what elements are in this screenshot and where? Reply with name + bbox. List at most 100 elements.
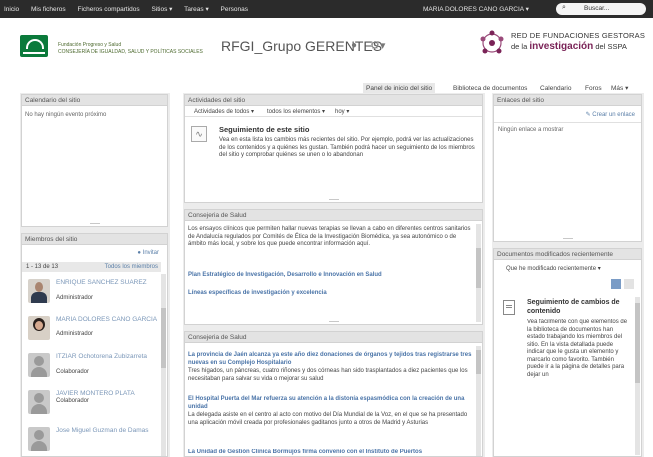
create-link-button[interactable]: ✎ Crear un enlace xyxy=(586,111,635,118)
nav-ficheros-compartidos[interactable]: Ficheros compartidos xyxy=(78,6,140,13)
news-summary: La delegada asiste en el centro al acto … xyxy=(188,412,468,426)
network-title-bold: investigación xyxy=(529,41,594,52)
resize-handle[interactable] xyxy=(562,238,573,240)
lineas-investigacion-link[interactable]: Líneas específicas de investigación y ex… xyxy=(188,290,472,298)
search-placeholder: Buscar... xyxy=(584,5,610,12)
member-name[interactable]: JAVIER MONTERO PLATA xyxy=(56,390,166,398)
member-item[interactable]: MARIA DOLORES CANO GARCIA Administrador xyxy=(26,313,176,347)
avatar xyxy=(28,390,50,414)
global-nav: Inicio Mis ficheros Ficheros compartidos… xyxy=(4,5,258,13)
resize-handle[interactable] xyxy=(328,321,339,323)
activities-card-text: Vea en esta lista los cambios más recien… xyxy=(219,137,475,158)
nav-tareas[interactable]: Tareas ▾ xyxy=(184,6,209,13)
consejeria-panel-2: Consejeria de Salud La provincia de Jaén… xyxy=(184,331,483,457)
nav-inicio[interactable]: Inicio xyxy=(4,6,19,13)
site-header: Fundación Progreso y Salud CONSEJERÍA DE… xyxy=(0,18,653,78)
member-role: Administrador xyxy=(56,331,94,337)
docs-card-title: Seguimiento de cambios de contenido xyxy=(527,299,620,315)
avatar xyxy=(28,353,50,377)
org-line-1: Fundación Progreso y Salud xyxy=(58,42,122,48)
docs-card-text: Vea fácilmente con qué elementos de la b… xyxy=(527,319,628,378)
document-icon-lines xyxy=(506,305,512,308)
member-name[interactable]: ITZIAR Ochotorena Zubizarreta xyxy=(56,353,166,361)
resize-handle[interactable] xyxy=(89,223,100,225)
filter-elementos[interactable]: todos los elementos ▾ xyxy=(267,108,325,115)
calendar-header: Calendario del sitio xyxy=(22,95,167,106)
member-role: Administrador xyxy=(56,295,94,301)
search-box[interactable]: ⌕ Buscar... xyxy=(556,3,646,15)
person-icon[interactable]: ● xyxy=(351,40,357,51)
top-navbar: Inicio Mis ficheros Ficheros compartidos… xyxy=(0,0,653,18)
news-summary: Tres hígados, un páncreas, cuatro riñone… xyxy=(188,368,468,382)
member-role: Colaborador xyxy=(56,398,90,404)
network-title-pre: de la xyxy=(511,42,528,51)
calendar-panel: Calendario del sitio No hay ningún event… xyxy=(21,94,168,227)
news-headline[interactable]: El Hospital Puerta del Mar refuerza su a… xyxy=(188,396,472,411)
links-header: Enlaces del sitio xyxy=(494,95,641,106)
member-name[interactable]: MARIA DOLORES CANO GARCIA xyxy=(56,316,166,324)
consejeria-header-1: Consejeria de Salud xyxy=(185,210,482,221)
links-panel: Enlaces del sitio ✎ Crear un enlace Ning… xyxy=(493,94,642,242)
site-title: RFGI_Grupo GERENTES xyxy=(221,38,383,54)
member-item[interactable]: ENRIQUE SANCHEZ SUAREZ Administrador xyxy=(26,276,176,310)
invite-link[interactable]: ● Invitar xyxy=(137,250,159,256)
avatar xyxy=(28,316,50,340)
simple-view-icon[interactable] xyxy=(624,279,634,289)
consejeria-intro: Los ensayos clínicos que permiten hallar… xyxy=(188,226,471,247)
invite-label: Invitar xyxy=(142,250,159,256)
network-title-1: RED DE FUNDACIONES GESTORAS xyxy=(511,31,646,40)
divider xyxy=(494,122,641,123)
detail-view-icon[interactable] xyxy=(611,279,621,289)
consejeria-header-2: Consejeria de Salud xyxy=(185,332,482,343)
member-name[interactable]: Jose Miguel Guzman de Damas xyxy=(56,427,166,435)
network-title-post: del SSPA xyxy=(595,42,627,51)
network-title-2: de la investigación del SSPA xyxy=(511,41,627,52)
members-header: Miembros del sitio xyxy=(22,234,167,245)
member-item[interactable]: Jose Miguel Guzman de Damas xyxy=(26,424,176,457)
consejeria-scrollbar-1[interactable] xyxy=(476,224,481,322)
docs-filter[interactable]: Que he modificado recientemente ▾ xyxy=(506,265,601,272)
news-headline[interactable]: La Unidad de Gestión Clínica Bormujos fi… xyxy=(188,449,472,457)
gear-icon[interactable]: ⚙▾ xyxy=(370,39,385,52)
avatar xyxy=(28,427,50,451)
all-members-link[interactable]: Todos los miembros xyxy=(105,264,158,270)
nav-sitios[interactable]: Sitios ▾ xyxy=(151,6,172,13)
consejeria-panel-1: Consejeria de Salud Los ensayos clínicos… xyxy=(184,209,483,325)
activities-card-title: Seguimiento de este sitio xyxy=(219,125,310,134)
member-name[interactable]: ENRIQUE SANCHEZ SUAREZ xyxy=(56,279,166,287)
docs-scrollbar[interactable] xyxy=(635,297,640,455)
scroll-thumb[interactable] xyxy=(635,303,640,383)
activities-header: Actividades del sitio xyxy=(185,95,482,106)
member-item[interactable]: JAVIER MONTERO PLATA Colaborador xyxy=(26,387,176,421)
user-menu[interactable]: MARIA DOLORES CANO GARCIA ▾ xyxy=(423,5,529,13)
news-headline[interactable]: La provincia de Jaén alcanza ya este año… xyxy=(188,352,472,367)
member-item[interactable]: ITZIAR Ochotorena Zubizarreta Colaborado… xyxy=(26,350,176,384)
person-icon: ● xyxy=(137,250,141,256)
docs-header: Documentos modificados recientemente xyxy=(494,249,641,260)
plan-estrategico-link[interactable]: Plan Estratégico de Investigación, Desar… xyxy=(188,272,472,280)
member-role: Colaborador xyxy=(56,369,90,375)
document-icon xyxy=(503,300,515,315)
members-panel: Miembros del sitio ● Invitar 1 - 13 de 1… xyxy=(21,233,168,457)
junta-logo xyxy=(20,35,48,57)
consejeria-scrollbar-2[interactable] xyxy=(476,346,481,456)
org-line-2: CONSEJERÍA DE IGUALDAD, SALUD Y POLÍTICA… xyxy=(58,49,203,55)
scroll-thumb[interactable] xyxy=(161,308,166,368)
avatar xyxy=(28,279,50,303)
activity-icon: ∿ xyxy=(191,126,207,142)
scroll-thumb[interactable] xyxy=(476,350,481,374)
nav-personas[interactable]: Personas xyxy=(221,6,248,13)
nav-mis-ficheros[interactable]: Mis ficheros xyxy=(31,6,66,13)
members-scrollbar[interactable] xyxy=(161,274,166,456)
filter-actividades[interactable]: Actividades de todos ▾ xyxy=(194,108,254,115)
search-icon: ⌕ xyxy=(562,4,566,11)
network-logo xyxy=(480,30,504,54)
filter-periodo[interactable]: hoy ▾ xyxy=(335,108,349,115)
activities-filters: Actividades de todos ▾ todos los element… xyxy=(185,106,482,117)
org-name: Fundación Progreso y Salud CONSEJERÍA DE… xyxy=(58,42,203,56)
members-toolbar: 1 - 13 de 13 Todos los miembros xyxy=(22,262,161,272)
scroll-thumb[interactable] xyxy=(476,248,481,288)
members-range: 1 - 13 de 13 xyxy=(26,264,59,270)
resize-handle[interactable] xyxy=(328,199,339,201)
docs-panel: Documentos modificados recientemente Que… xyxy=(493,248,642,457)
